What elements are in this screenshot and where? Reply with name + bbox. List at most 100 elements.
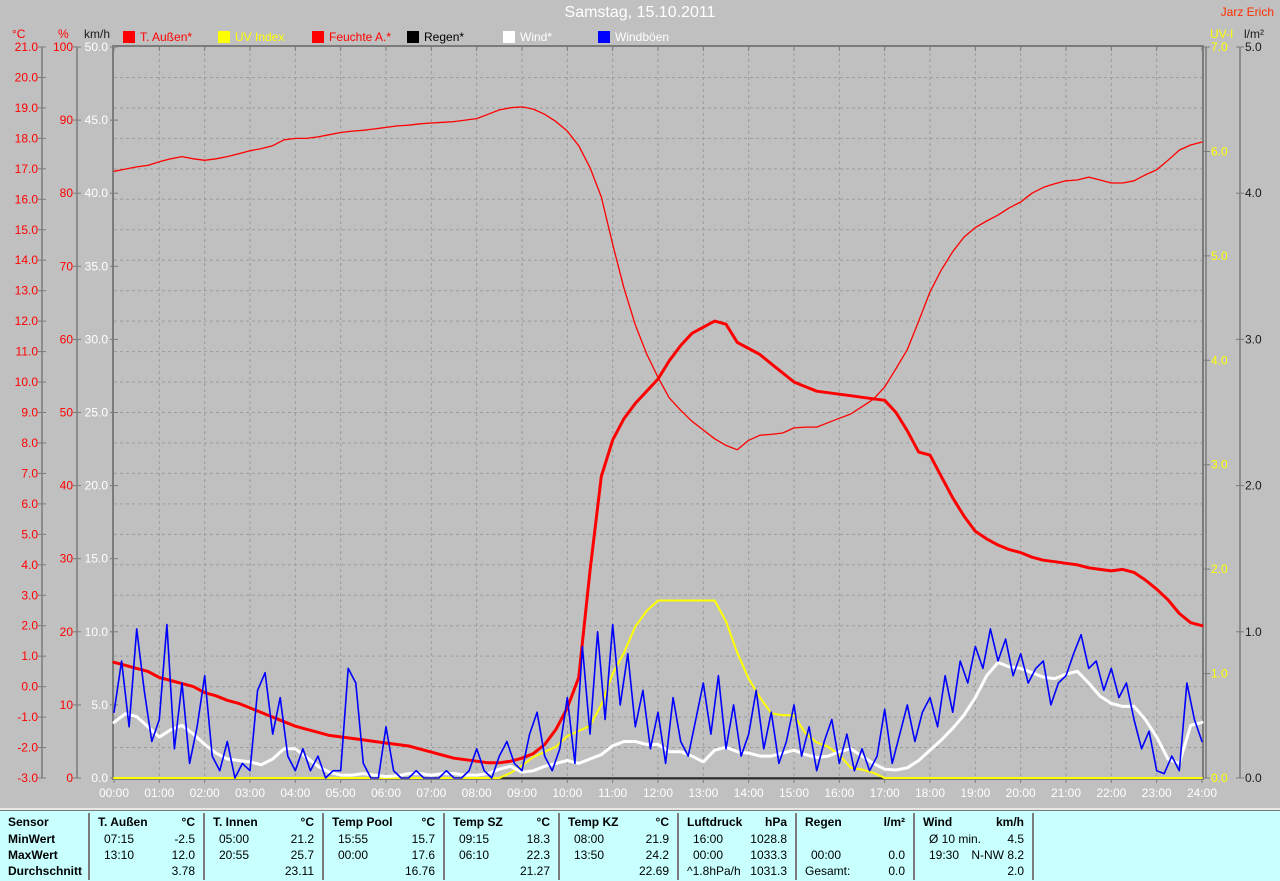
celsius-tick-label: 2.0 — [21, 619, 38, 633]
celsius-tick-label: 9.0 — [21, 406, 38, 420]
stats-max-time: 00:00 — [811, 848, 842, 862]
time-tick-label: 16:00 — [824, 786, 854, 800]
kmh-tick-label: 35.0 — [85, 259, 109, 273]
percent-tick-label: 100 — [53, 40, 73, 54]
stats-sensor-name: T. Innen — [213, 815, 258, 829]
percent-tick-label: 70 — [60, 259, 74, 273]
celsius-tick-label: 20.0 — [15, 70, 39, 84]
stats-avg-value: 22.69 — [638, 864, 669, 878]
time-tick-label: 18:00 — [915, 786, 945, 800]
percent-tick-label: 30 — [60, 552, 74, 566]
time-tick-label: 21:00 — [1051, 786, 1081, 800]
celsius-tick-label: 10.0 — [15, 375, 39, 389]
stats-column-separator — [322, 813, 324, 880]
stats-sensor-unit: °C — [421, 815, 435, 829]
kmh-tick-label: 40.0 — [85, 186, 109, 200]
stats-min-time: 08:00 — [574, 832, 605, 846]
stats-max-value: 25.7 — [290, 848, 314, 862]
stats-max-time: 20:55 — [219, 848, 250, 862]
time-tick-label: 14:00 — [734, 786, 764, 800]
celsius-tick-label: 4.0 — [21, 558, 38, 572]
stats-avg-note: Gesamt: — [805, 864, 851, 878]
stats-max-value: 1033.3 — [750, 848, 787, 862]
stats-min-value: 1028.8 — [750, 832, 787, 846]
stats-min-value: 21.2 — [290, 832, 314, 846]
stats-min-value: -2.5 — [174, 832, 195, 846]
legend-label: UV Index — [235, 30, 285, 44]
time-tick-label: 17:00 — [870, 786, 900, 800]
stats-avg-value: 16.76 — [404, 864, 435, 878]
legend-item: Regen* — [407, 30, 464, 44]
kmh-tick-label: 50.0 — [85, 40, 109, 54]
kmh-tick-label: 5.0 — [91, 698, 108, 712]
celsius-tick-label: -2.0 — [17, 741, 38, 755]
legend-swatch-icon — [218, 31, 230, 43]
stats-sensor-name: T. Außen — [98, 815, 148, 829]
stats-max-value: N-NW 8.2 — [971, 848, 1024, 862]
uv-tick-label: 0.0 — [1211, 771, 1228, 785]
time-tick-label: 04:00 — [280, 786, 310, 800]
legend-label: Wind* — [520, 30, 553, 44]
lm2-tick-label: 5.0 — [1245, 40, 1262, 54]
celsius-tick-label: 14.0 — [15, 253, 39, 267]
stats-max-value: 24.2 — [645, 848, 669, 862]
legend-swatch-icon — [407, 31, 419, 43]
lm2-axis-header: l/m² — [1244, 27, 1264, 41]
celsius-tick-label: 8.0 — [21, 436, 38, 450]
time-tick-label: 13:00 — [688, 786, 718, 800]
celsius-tick-label: 16.0 — [15, 192, 39, 206]
time-tick-label: 02:00 — [190, 786, 220, 800]
lm2-tick-label: 1.0 — [1245, 625, 1262, 639]
uv-tick-label: 6.0 — [1211, 144, 1228, 158]
time-tick-label: 24:00 — [1187, 786, 1217, 800]
stats-sensor-name: Temp Pool — [332, 815, 393, 829]
stats-avg-value: 0.0 — [888, 864, 905, 878]
kmh-tick-label: 25.0 — [85, 406, 109, 420]
celsius-tick-label: 18.0 — [15, 131, 39, 145]
celsius-tick-label: 13.0 — [15, 284, 39, 298]
stats-column-separator — [88, 813, 90, 880]
percent-tick-label: 20 — [60, 625, 74, 639]
legend-item: Feuchte A.* — [312, 30, 391, 44]
stats-max-time: 00:00 — [693, 848, 724, 862]
stats-min-time: 09:15 — [459, 832, 490, 846]
time-tick-label: 08:00 — [462, 786, 492, 800]
stats-column-separator — [443, 813, 445, 880]
celsius-tick-label: 1.0 — [21, 649, 38, 663]
lm2-tick-label: 0.0 — [1245, 771, 1262, 785]
time-tick-label: 12:00 — [643, 786, 673, 800]
stats-column-separator — [795, 813, 797, 880]
stats-sensor-unit: °C — [300, 815, 314, 829]
stats-max-value: 17.6 — [411, 848, 435, 862]
kmh-tick-label: 20.0 — [85, 479, 109, 493]
stats-sensor-unit: °C — [655, 815, 669, 829]
celsius-tick-label: -3.0 — [17, 771, 38, 785]
stats-max-value: 12.0 — [171, 848, 195, 862]
legend-item: T. Außen* — [123, 30, 192, 44]
percent-tick-label: 0 — [66, 771, 73, 785]
time-tick-label: 23:00 — [1142, 786, 1172, 800]
stats-sensor-name: Wind — [923, 815, 953, 829]
stats-avg-value: 23.11 — [284, 864, 314, 878]
celsius-tick-label: 15.0 — [15, 223, 39, 237]
uv-axis-header: UV-I — [1210, 27, 1234, 41]
celsius-tick-label: -1.0 — [17, 710, 38, 724]
legend-label: T. Außen* — [140, 30, 193, 44]
time-tick-label: 19:00 — [960, 786, 990, 800]
stats-column-separator — [1032, 813, 1034, 880]
time-tick-label: 11:00 — [598, 786, 627, 800]
watermark-label: Jarz Erich — [1220, 5, 1274, 19]
legend-swatch-icon — [123, 31, 135, 43]
uv-tick-label: 7.0 — [1211, 40, 1228, 54]
stats-column-separator — [203, 813, 205, 880]
stats-column-separator — [677, 813, 679, 880]
percent-tick-label: 60 — [60, 332, 74, 346]
stats-row-label: MinWert — [8, 832, 56, 846]
time-tick-label: 15:00 — [779, 786, 809, 800]
celsius-tick-label: 0.0 — [21, 680, 38, 694]
legend-item: Windböen — [598, 30, 669, 44]
stats-sensor-unit: °C — [181, 815, 195, 829]
uv-tick-label: 2.0 — [1211, 562, 1228, 576]
stats-row-label: MaxWert — [8, 848, 58, 862]
stats-max-time: 00:00 — [338, 848, 369, 862]
